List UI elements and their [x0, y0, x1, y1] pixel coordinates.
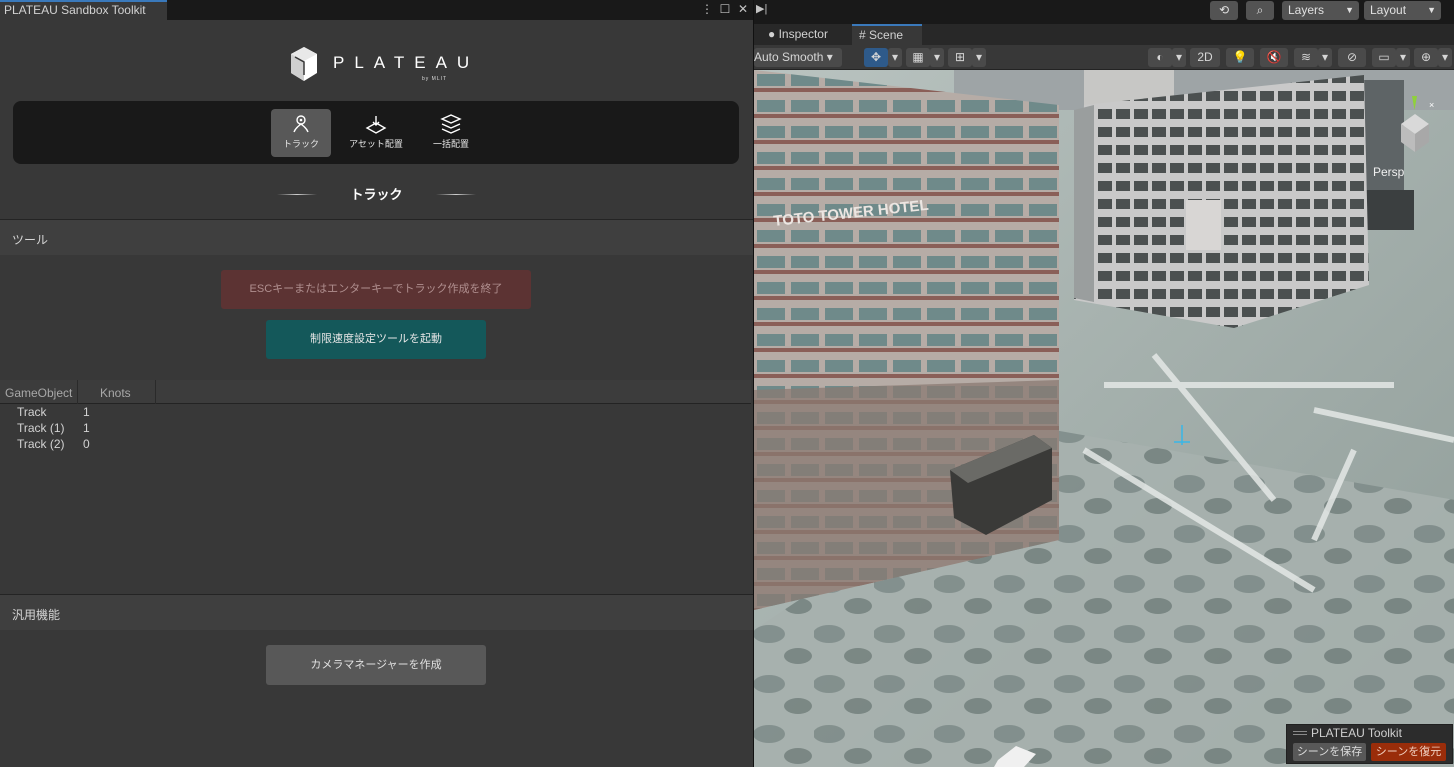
create-camera-manager-button[interactable]: カメラマネージャーを作成 [266, 645, 486, 685]
search-icon[interactable]: ⌕ [1246, 1, 1274, 20]
mode-asset-place-button[interactable]: アセット配置 [346, 109, 406, 157]
scene-view-panel: ▶| ⟲ ⌕ Layers ▼ Layout ▼ ● Inspector # Sce… [753, 0, 1454, 767]
track-table-header: GameObject Knots [0, 380, 751, 404]
table-row[interactable]: Track 1 [0, 405, 751, 421]
info-icon: ● [768, 27, 776, 41]
chevron-down-icon[interactable]: ▾ [1318, 48, 1332, 67]
toggle-2d-button[interactable]: 2D [1190, 48, 1220, 67]
scene-viewport[interactable]: TOTO TOWER HOTEL × Persp [754, 70, 1454, 767]
end-track-creation-button[interactable]: ESCキーまたはエンターキーでトラック作成を終了 [221, 270, 531, 309]
drag-handle-icon[interactable] [1293, 731, 1307, 735]
chevron-down-icon: ▼ [1427, 5, 1436, 15]
tab-inspector[interactable]: ● Inspector [754, 24, 850, 45]
layout-dropdown[interactable]: Layout ▼ [1364, 1, 1441, 20]
more-menu-icon[interactable]: ⋮ [699, 1, 715, 18]
chevron-down-icon[interactable]: ▾ [1438, 48, 1452, 67]
perspective-label[interactable]: Persp [1373, 165, 1404, 179]
tab-scene-label: Scene [869, 28, 904, 42]
chevron-down-icon[interactable]: ▾ [1396, 48, 1410, 67]
mode-track-button[interactable]: トラック [271, 109, 331, 157]
shading-mode-dropdown[interactable]: Auto Smooth ▾ [754, 48, 842, 67]
step-forward-icon[interactable]: ▶| [756, 2, 767, 15]
axis-gizmo-icon: × [1401, 96, 1434, 152]
panel-tab-bar: PLATEAU Sandbox Toolkit ⋮ ☐ ✕ [0, 0, 753, 20]
restore-scene-button[interactable]: シーンを復元 [1371, 743, 1446, 761]
grid-snap-icon[interactable]: ▦ [906, 48, 930, 67]
layout-label: Layout [1370, 3, 1407, 17]
track-table-body: Track 1 Track (1) 1 Track (2) 0 [0, 405, 751, 453]
save-scene-button[interactable]: シーンを保存 [1293, 743, 1366, 761]
speed-limit-tool-button[interactable]: 制限速度設定ツールを起動 [266, 320, 486, 359]
editor-top-strip: ▶| ⟲ ⌕ Layers ▼ Layout ▼ [754, 0, 1454, 24]
mode-asset-place-label: アセット配置 [349, 139, 403, 149]
column-knots[interactable]: Knots [78, 380, 156, 404]
track-icon [271, 109, 331, 135]
panel-tab-sandbox-toolkit[interactable]: PLATEAU Sandbox Toolkit [0, 0, 167, 20]
general-group-header[interactable]: 汎用機能 [0, 594, 753, 630]
scene-toolbar: Auto Smooth ▾ ✥ ▾ ▦ ▾ ⊞ ▾ ◐ ▾ 2D 💡 🔇 ≋ ▾… [754, 45, 1454, 70]
window-controls: ⋮ ☐ ✕ [699, 1, 751, 18]
logo-wordmark: PLATEAU [333, 53, 480, 72]
chevron-down-icon: ▼ [1345, 5, 1354, 15]
city-scene-render: TOTO TOWER HOTEL [754, 70, 1454, 767]
logo-byline: by MLIT [422, 76, 448, 82]
mode-bulk-place-label: 一括配置 [432, 139, 469, 149]
layers-label: Layers [1288, 3, 1325, 17]
close-icon[interactable]: ✕ [735, 1, 751, 18]
overlay-title: PLATEAU Toolkit [1311, 726, 1402, 740]
chevron-down-icon[interactable]: ▾ [930, 48, 944, 67]
row-knots: 0 [83, 437, 90, 451]
lighting-icon[interactable]: 💡 [1226, 48, 1254, 67]
row-name: Track (1) [17, 421, 65, 435]
mode-selector: トラック アセット配置 一括配置 [13, 101, 739, 164]
table-row[interactable]: Track (1) 1 [0, 421, 751, 437]
tab-inspector-label: Inspector [778, 27, 828, 41]
hidden-objects-icon[interactable]: ⊘ [1338, 48, 1366, 67]
gizmos-icon[interactable]: ⊕ [1414, 48, 1438, 67]
camera-icon[interactable]: ▭ [1372, 48, 1396, 67]
move-tool-icon[interactable]: ✥ [864, 48, 888, 67]
plateau-logo: PLATEAU by MLIT [289, 45, 469, 85]
tools-group-header[interactable]: ツール [0, 219, 753, 255]
plateau-cube-icon [291, 47, 317, 81]
mode-bulk-place-button[interactable]: 一括配置 [421, 109, 481, 157]
sandbox-toolkit-panel: PLATEAU Sandbox Toolkit ⋮ ☐ ✕ PLATEAU by… [0, 0, 753, 767]
chevron-down-icon[interactable]: ▾ [1172, 48, 1186, 67]
title-divider-right [436, 194, 476, 195]
asset-place-icon [346, 109, 406, 135]
mode-track-label: トラック [282, 139, 319, 149]
increment-snap-icon[interactable]: ⊞ [948, 48, 972, 67]
scene-grid-icon: # [859, 28, 866, 42]
layers-dropdown[interactable]: Layers ▼ [1282, 1, 1359, 20]
chevron-down-icon[interactable]: ▾ [888, 48, 902, 67]
tab-scene[interactable]: # Scene [852, 24, 922, 45]
row-knots: 1 [83, 405, 90, 419]
maximize-icon[interactable]: ☐ [717, 1, 733, 18]
table-row[interactable]: Track (2) 0 [0, 437, 751, 453]
effects-icon[interactable]: ≋ [1294, 48, 1318, 67]
scene-tab-bar: ● Inspector # Scene [754, 24, 1454, 45]
svg-text:×: × [1429, 100, 1434, 110]
orientation-gizmo[interactable]: × Persp [1373, 92, 1449, 179]
audio-mute-icon[interactable]: 🔇 [1260, 48, 1288, 67]
row-name: Track [17, 405, 47, 419]
bulk-place-icon [421, 109, 481, 135]
row-name: Track (2) [17, 437, 65, 451]
column-gameobject[interactable]: GameObject [0, 380, 78, 404]
shading-mode-label: Auto Smooth [754, 50, 824, 64]
chevron-down-icon[interactable]: ▾ [972, 48, 986, 67]
history-icon[interactable]: ⟲ [1210, 1, 1238, 20]
plateau-toolkit-overlay: PLATEAU Toolkit シーンを保存 シーンを復元 [1286, 724, 1453, 764]
section-title: トラック [350, 187, 403, 202]
draw-mode-icon[interactable]: ◐ [1148, 48, 1172, 67]
row-knots: 1 [83, 421, 90, 435]
